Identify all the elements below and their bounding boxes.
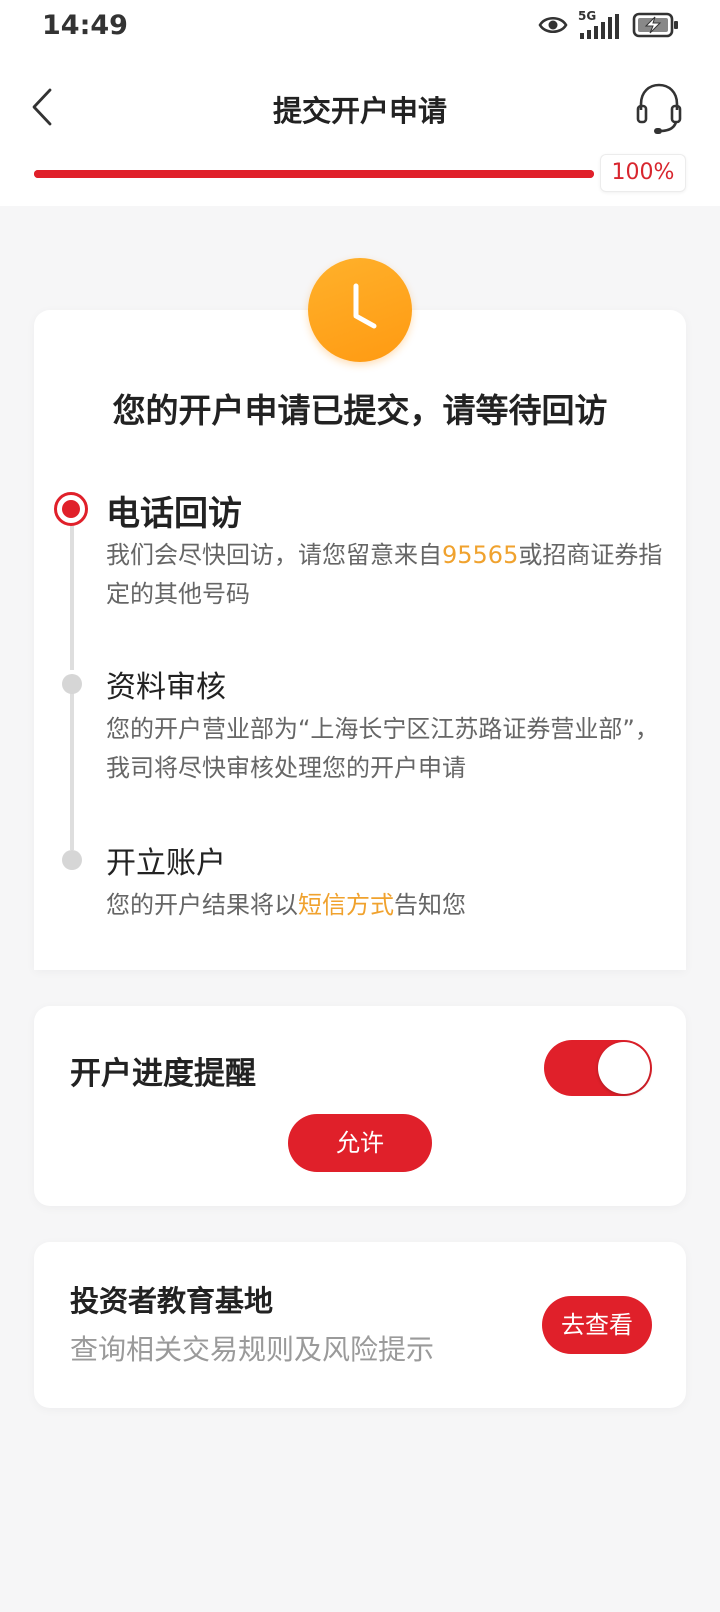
step-description: 您的开户结果将以短信方式告知您 [106, 886, 666, 925]
application-status-card: 您的开户申请已提交，请等待回访 电话回访 我们会尽快回访，请您留意来自95565… [34, 310, 686, 970]
status-bar: 14:49 5G [0, 0, 720, 56]
pending-step-dot [62, 850, 82, 870]
progress-label: 100% [600, 154, 686, 192]
toggle-knob [598, 1042, 650, 1094]
allow-button[interactable]: 允许 [288, 1114, 432, 1172]
step-description: 您的开户营业部为“上海长宁区江苏路证券营业部”，我司将尽快审核处理您的开户申请 [106, 715, 659, 782]
progress-bar [34, 170, 594, 178]
education-title: 投资者教育基地 [70, 1284, 274, 1318]
step-description: 我们会尽快回访，请您留意来自95565或招商证券指定的其他号码 [106, 536, 666, 614]
education-subtitle: 查询相关交易规则及风险提示 [70, 1333, 435, 1366]
eye-icon [538, 14, 568, 40]
pending-step-dot [62, 674, 82, 694]
clock-badge [308, 258, 412, 362]
step-desc-text: 您的开户结果将以 [106, 891, 298, 919]
timeline-connector [70, 510, 74, 670]
status-time: 14:49 [42, 10, 128, 41]
investor-education-card[interactable]: 投资者教育基地 查询相关交易规则及风险提示 去查看 [34, 1242, 686, 1408]
progress-fill [34, 170, 594, 178]
headset-icon [634, 83, 684, 140]
status-headline: 您的开户申请已提交，请等待回访 [112, 391, 608, 430]
step-title: 资料审核 [106, 670, 226, 705]
progress-reminder-card: 开户进度提醒 允许 [34, 1006, 686, 1206]
sms-method: 短信方式 [298, 891, 394, 919]
step-desc-text: 告知您 [394, 891, 466, 919]
status-icons: 5G [538, 9, 680, 42]
reminder-toggle[interactable] [544, 1040, 652, 1096]
reminder-title: 开户进度提醒 [70, 1056, 256, 1092]
step-desc-text: 我们会尽快回访，请您留意来自 [106, 541, 442, 569]
step-title: 开立账户 [106, 846, 226, 881]
page-title: 提交开户申请 [272, 94, 447, 128]
signal-icon: 5G [578, 9, 622, 41]
active-step-dot [54, 492, 88, 526]
phone-number: 95565 [442, 541, 519, 569]
step-title: 电话回访 [106, 494, 242, 534]
timeline-connector [70, 690, 74, 850]
view-button[interactable]: 去查看 [542, 1296, 652, 1354]
battery-charging-icon [632, 12, 680, 42]
navigation-bar: 提交开户申请 100% [0, 56, 720, 206]
customer-service-button[interactable] [634, 80, 684, 136]
